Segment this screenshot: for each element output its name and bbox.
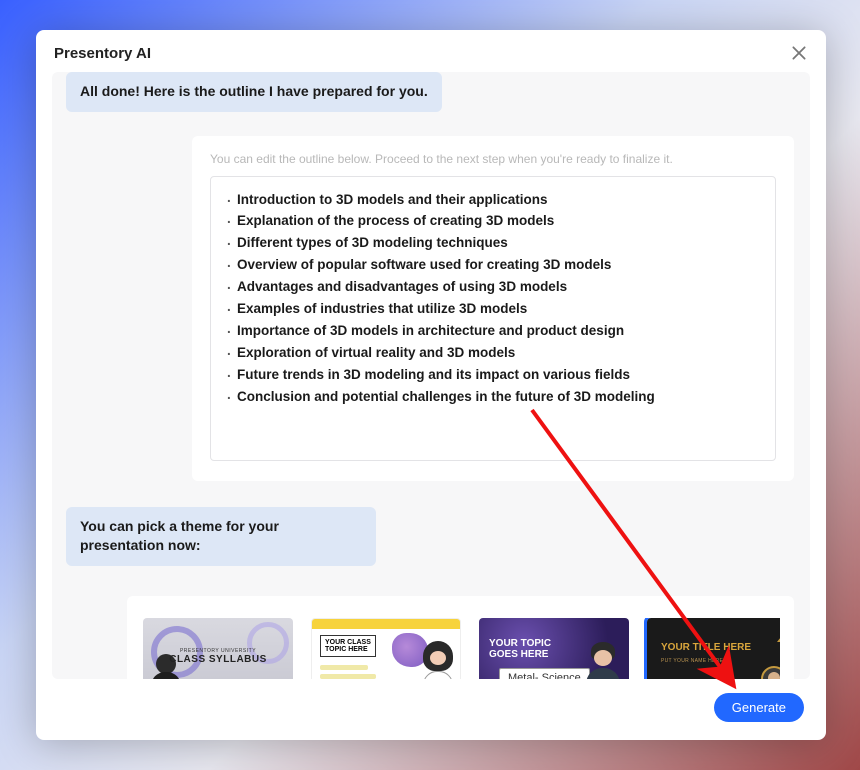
assistant-bubble-done: All done! Here is the outline I have pre… bbox=[52, 72, 806, 126]
outline-item[interactable]: Introduction to 3D models and their appl… bbox=[227, 191, 759, 210]
thumb-subtitle: PUT YOUR NAME HERE bbox=[661, 658, 723, 664]
outline-hint: You can edit the outline below. Proceed … bbox=[210, 152, 776, 166]
outline-editor[interactable]: Introduction to 3D models and their appl… bbox=[210, 176, 776, 461]
assistant-theme-text: You can pick a theme for your presentati… bbox=[80, 517, 362, 556]
theme-thumb: PRESENTORY UNIVERSITY CLASS SYLLABUS bbox=[143, 618, 293, 679]
thumb-title: YOUR CLASS TOPIC HERE bbox=[320, 635, 376, 657]
outline-item[interactable]: Overview of popular software used for cr… bbox=[227, 256, 759, 275]
theme-metal-science[interactable]: YOUR TOPIC GOES HERE Metal- Science Meta… bbox=[479, 618, 629, 679]
modal-header: Presentory AI bbox=[36, 30, 826, 72]
theme-tooltip: Metal- Science bbox=[499, 668, 590, 679]
theme-thumb: YOUR CLASS TOPIC HERE bbox=[311, 618, 461, 679]
theme-thumb: YOUR TITLE HERE PUT YOUR NAME HERE bbox=[647, 618, 780, 679]
outline-item[interactable]: Future trends in 3D modeling and its imp… bbox=[227, 366, 759, 385]
modal-title: Presentory AI bbox=[54, 45, 151, 62]
close-button[interactable] bbox=[790, 44, 808, 62]
assistant-bubble-theme: You can pick a theme for your presentati… bbox=[52, 507, 806, 580]
theme-black-gold[interactable]: YOUR TITLE HERE PUT YOUR NAME HERE Black… bbox=[647, 618, 780, 679]
outline-item[interactable]: Importance of 3D models in architecture … bbox=[227, 322, 759, 341]
theme-cartoon-toddler[interactable]: YOUR CLASS TOPIC HERE Cartoon - Toddler bbox=[311, 618, 461, 679]
outline-card: You can edit the outline below. Proceed … bbox=[192, 136, 794, 481]
thumb-title: CLASS SYLLABUS bbox=[143, 654, 293, 665]
outline-item[interactable]: Different types of 3D modeling technique… bbox=[227, 234, 759, 253]
thumb-title: YOUR TOPIC GOES HERE bbox=[489, 638, 551, 660]
outline-item[interactable]: Advantages and disadvantages of using 3D… bbox=[227, 278, 759, 297]
thumb-title: YOUR TITLE HERE bbox=[661, 642, 751, 653]
modal-body: All done! Here is the outline I have pre… bbox=[52, 72, 810, 679]
close-icon bbox=[790, 44, 808, 62]
outline-item[interactable]: Conclusion and potential challenges in t… bbox=[227, 388, 759, 407]
themes-card: PRESENTORY UNIVERSITY CLASS SYLLABUS Pri… bbox=[127, 596, 794, 679]
themes-row[interactable]: PRESENTORY UNIVERSITY CLASS SYLLABUS Pri… bbox=[141, 618, 780, 679]
generate-button[interactable]: Generate bbox=[714, 693, 804, 722]
assistant-done-text: All done! Here is the outline I have pre… bbox=[80, 82, 428, 102]
outline-item[interactable]: Examples of industries that utilize 3D m… bbox=[227, 300, 759, 319]
theme-thumb: YOUR TOPIC GOES HERE Metal- Science bbox=[479, 618, 629, 679]
theme-prism-academic[interactable]: PRESENTORY UNIVERSITY CLASS SYLLABUS Pri… bbox=[143, 618, 293, 679]
outline-item[interactable]: Exploration of virtual reality and 3D mo… bbox=[227, 344, 759, 363]
modal-footer: Generate bbox=[36, 679, 826, 740]
outline-item[interactable]: Explanation of the process of creating 3… bbox=[227, 212, 759, 231]
chat-scroll[interactable]: All done! Here is the outline I have pre… bbox=[52, 72, 810, 679]
presentory-modal: Presentory AI All done! Here is the outl… bbox=[36, 30, 826, 740]
outline-list: Introduction to 3D models and their appl… bbox=[227, 191, 759, 407]
